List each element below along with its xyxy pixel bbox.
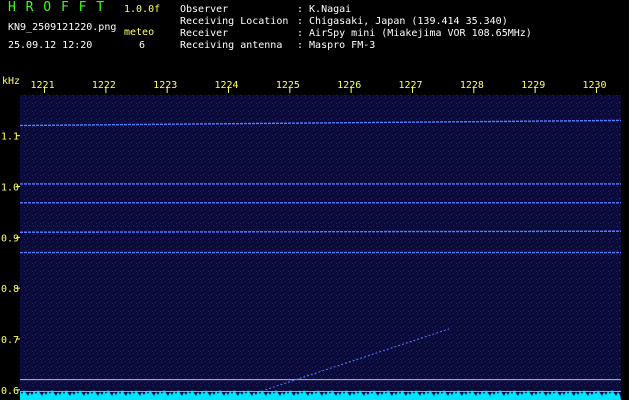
x-tick-label: 1221 xyxy=(31,80,55,91)
x-tick-label: 1229 xyxy=(521,80,545,91)
x-tick-label: 1224 xyxy=(215,80,239,91)
y-tick-label: 1.1 xyxy=(1,132,19,143)
x-tick-label: 1230 xyxy=(582,80,606,91)
y-tick-label: 0.8 xyxy=(1,284,19,295)
x-tick-label: 1223 xyxy=(153,80,177,91)
y-axis-label: kHz xyxy=(2,76,20,87)
y-tick-label: 1.0 xyxy=(1,183,19,194)
spectrogram-chart: 1221 1222 1223 1224 1225 1226 1227 1228 1229 1230… xyxy=(1,76,622,400)
x-tick-label: 1228 xyxy=(460,80,484,91)
x-tick-label: 1222 xyxy=(92,80,116,91)
y-tick-label: 0.7 xyxy=(1,335,19,346)
y-tick-label: 0.6 xyxy=(1,386,19,397)
x-tick-label: 1226 xyxy=(337,80,361,91)
plot-area xyxy=(20,95,621,400)
y-tick-label: 0.9 xyxy=(1,233,19,244)
x-tick-label: 1225 xyxy=(276,80,300,91)
x-tick-label: 1227 xyxy=(398,80,422,91)
